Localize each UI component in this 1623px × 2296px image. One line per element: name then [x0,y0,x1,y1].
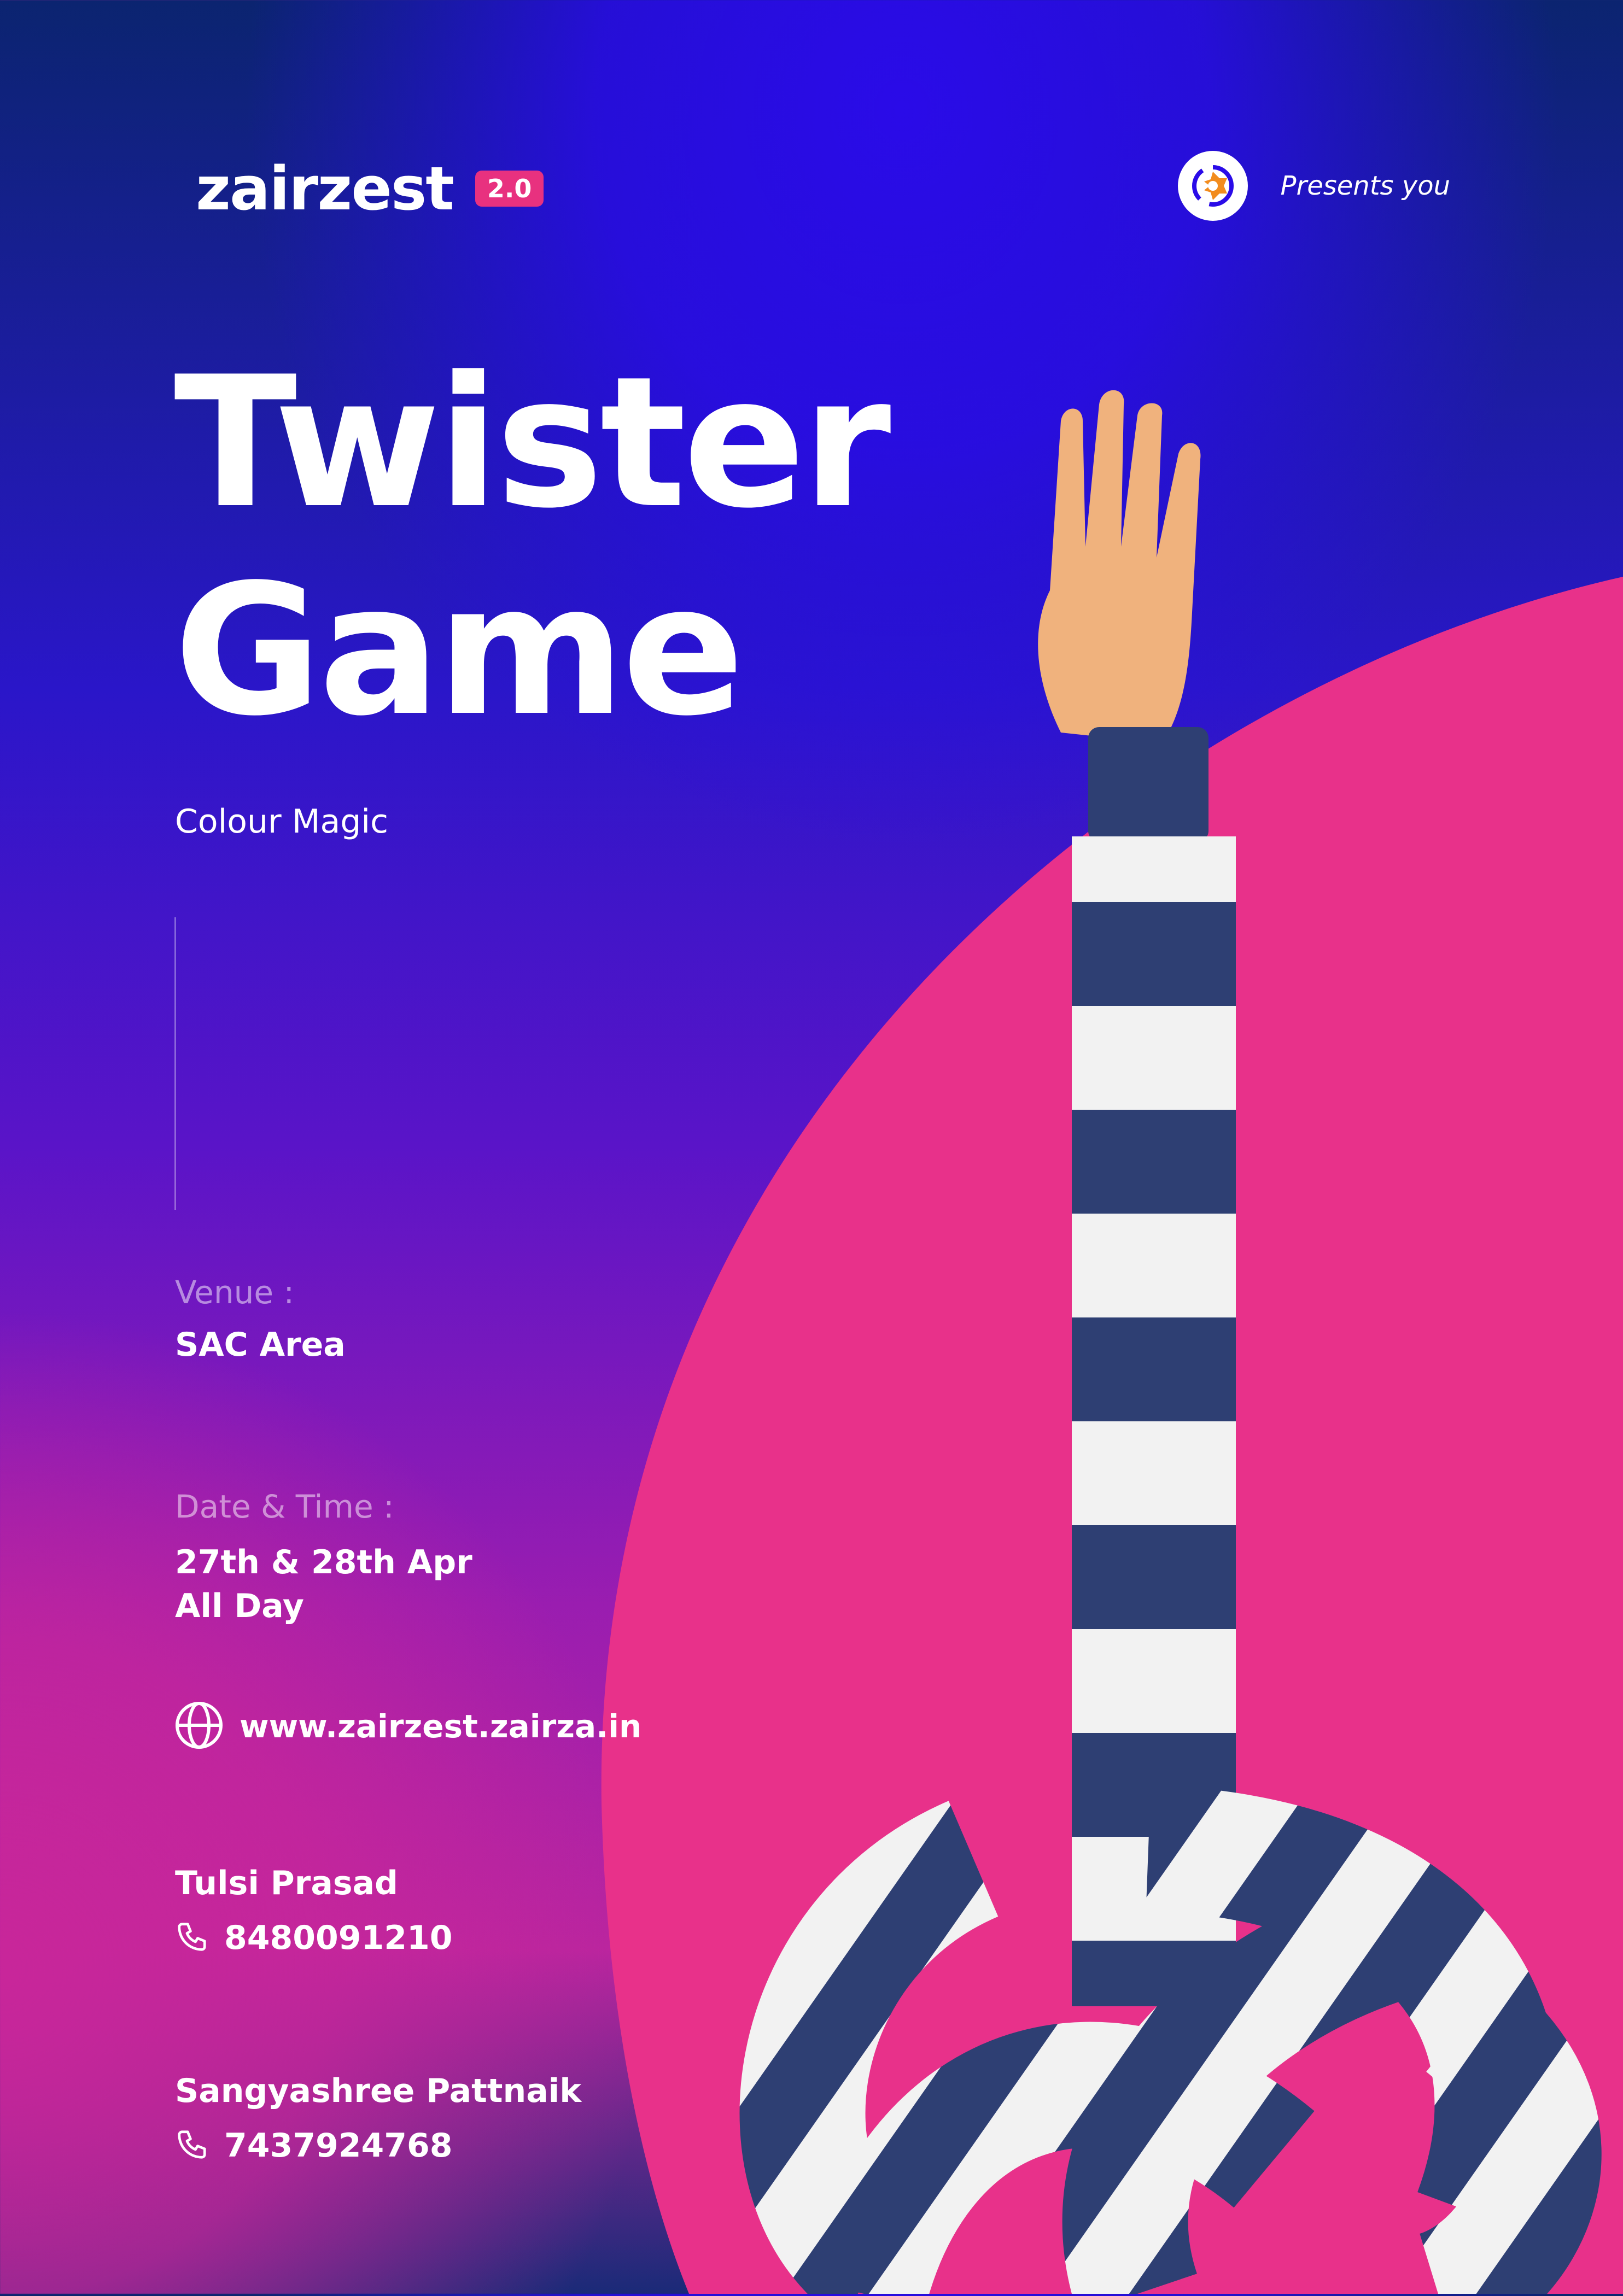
gear-puzzle-logo-icon [1177,151,1248,221]
phone-icon [175,1920,209,1956]
contact-phone-1[interactable]: 8480091210 [175,1919,452,1957]
phone-number: 7437924768 [224,2127,453,2165]
website-url: www.zairzest.zairza.in [240,1708,642,1745]
contact-name-2: Sangyashree Pattnaik [175,2072,582,2110]
datetime-value: 27th & 28th Apr All Day [175,1541,472,1628]
phone-number: 8480091210 [224,1919,453,1957]
contact-name-1: Tulsi Prasad [175,1864,398,1902]
brand-name: zairzest [196,154,454,224]
presenter-block: Presents you [1177,151,1450,221]
contact-phone-2[interactable]: 7437924768 [175,2127,452,2165]
presents-you-text: Presents you [1280,171,1450,201]
website-link[interactable]: www.zairzest.zairza.in [174,1700,641,1753]
globe-icon [174,1700,224,1753]
date-text: 27th & 28th Apr [175,1543,472,1582]
datetime-label: Date & Time : [175,1488,394,1525]
twisted-arm-illustration [645,383,1623,2296]
version-badge: 2.0 [475,170,544,207]
zairzest-logo: zairzest 2.0 [196,159,544,219]
phone-icon [175,2128,209,2164]
event-subtitle: Colour Magic [175,803,389,841]
time-text: All Day [175,1587,305,1625]
divider-line [174,917,176,1210]
hand-icon [1038,390,1201,743]
venue-value: SAC Area [175,1326,346,1364]
venue-label: Venue : [175,1274,295,1311]
